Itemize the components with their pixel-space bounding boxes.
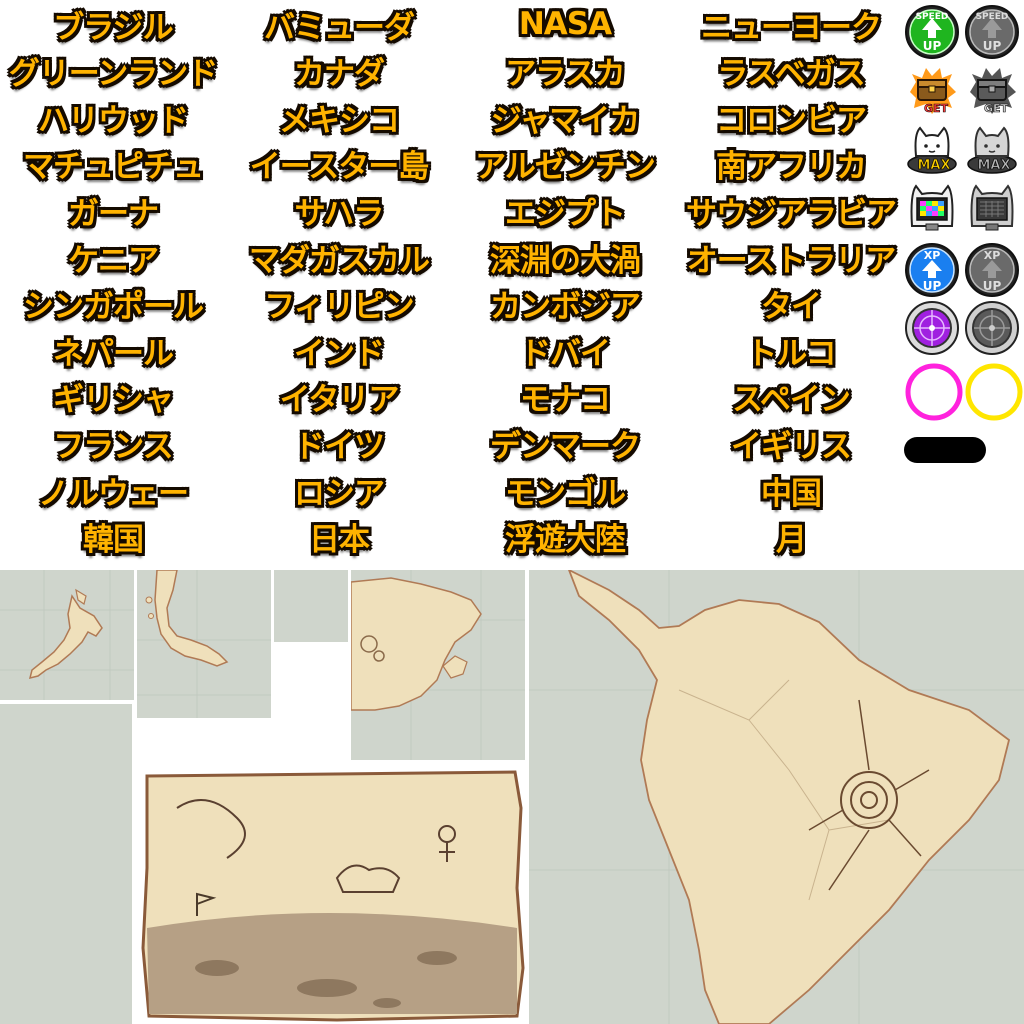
location-label: サウジアラビア [686, 195, 897, 232]
location-label: フランス [53, 428, 173, 465]
location-label: ノルウェー [38, 475, 189, 512]
magenta-ring-icon [905, 363, 963, 421]
location-label: バミューダ [264, 9, 415, 46]
location-label: メキシコ [279, 102, 400, 139]
location-label: ガーナ [68, 195, 159, 232]
location-label: ギリシャ [53, 382, 174, 419]
location-label: ハリウッド [38, 102, 189, 139]
radar-icon [905, 301, 959, 355]
xp-up-icon: XP UP [905, 243, 959, 297]
location-label: ブラジル [53, 9, 173, 46]
location-label: ロシア [294, 475, 385, 512]
location-label: ケニア [68, 242, 159, 279]
location-label: 中国 [761, 475, 822, 512]
location-label: アルゼンチン [475, 149, 656, 186]
cat-monitor-disabled-icon [970, 184, 1014, 231]
cat-max-disabled-icon: MAX [967, 126, 1017, 174]
up-text: UP [923, 279, 942, 293]
black-bar [904, 437, 986, 463]
location-label: インド [294, 335, 385, 372]
madagascar-map-tile [351, 570, 525, 760]
location-label: モンゴル [505, 475, 626, 512]
get-text: GET [984, 102, 1009, 115]
xp-up-disabled-icon: XP UP [965, 243, 1019, 297]
max-text: MAX [917, 158, 950, 173]
radar-disabled-icon [965, 301, 1019, 355]
new-zealand-map-tile [0, 570, 134, 700]
south-america-map-tile [529, 570, 1024, 1024]
max-text: MAX [977, 158, 1010, 173]
location-label: イースター島 [249, 149, 429, 186]
location-label: タイ [761, 289, 822, 326]
location-label: 深淵の大渦 [490, 242, 641, 279]
location-label: ネパール [53, 335, 174, 372]
location-label: ドバイ [520, 335, 611, 372]
cat-max-icon: MAX [907, 126, 957, 174]
treasure-chest-get-icon: GET [910, 68, 956, 115]
up-text: UP [983, 39, 1002, 53]
up-text: UP [923, 39, 942, 53]
cat-monitor-icon [910, 184, 954, 231]
yellow-ring-icon [965, 363, 1023, 421]
xp-text: XP [984, 249, 1001, 262]
location-label: フィリピン [264, 289, 414, 326]
location-label: アラスカ [505, 56, 625, 93]
moon-parchment-map-tile [137, 768, 527, 1024]
location-label: エジプト [505, 195, 626, 232]
location-label: トルコ [746, 335, 836, 372]
treasure-chest-get-disabled-icon: GET [970, 68, 1016, 115]
location-label: マダガスカル [249, 242, 430, 279]
location-label: ドイツ [294, 428, 385, 465]
location-label: サハラ [294, 195, 385, 232]
location-label: ラスベガス [717, 56, 865, 93]
speed-text: SPEED [976, 12, 1009, 22]
location-label: NASA [518, 6, 612, 42]
location-label: モナコ [520, 382, 611, 419]
location-label: カナダ [294, 56, 385, 93]
location-label: デンマーク [490, 428, 641, 465]
up-text: UP [983, 279, 1002, 293]
ocean-map-tile-small [274, 570, 348, 642]
location-label: カンボジア [490, 289, 641, 326]
location-label: 月 [776, 522, 807, 559]
location-label: マチュピチュ [23, 149, 204, 186]
speed-text: SPEED [916, 12, 949, 22]
location-label: グリーンランド [8, 56, 218, 93]
location-label: 浮遊大陸 [505, 522, 626, 559]
speed-up-disabled-icon: SPEED UP [965, 5, 1019, 59]
southern-tip-map-tile [137, 570, 271, 718]
xp-text: XP [924, 249, 941, 262]
location-label: シンガポール [23, 289, 204, 326]
location-label: 韓国 [83, 522, 144, 559]
ocean-map-tile-large [0, 704, 132, 1024]
get-text: GET [924, 102, 949, 115]
location-label: ジャマイカ [490, 102, 640, 139]
location-label: コロンビア [716, 102, 867, 139]
location-label: 南アフリカ [716, 149, 867, 186]
location-label: イギリス [731, 428, 852, 465]
speed-up-icon: SPEED UP [905, 5, 959, 59]
location-label: ニューヨーク [701, 9, 882, 46]
location-label: 日本 [309, 522, 370, 559]
location-label: イタリア [279, 382, 400, 419]
location-label: オーストラリア [686, 242, 896, 279]
location-label: スペイン [732, 382, 851, 419]
